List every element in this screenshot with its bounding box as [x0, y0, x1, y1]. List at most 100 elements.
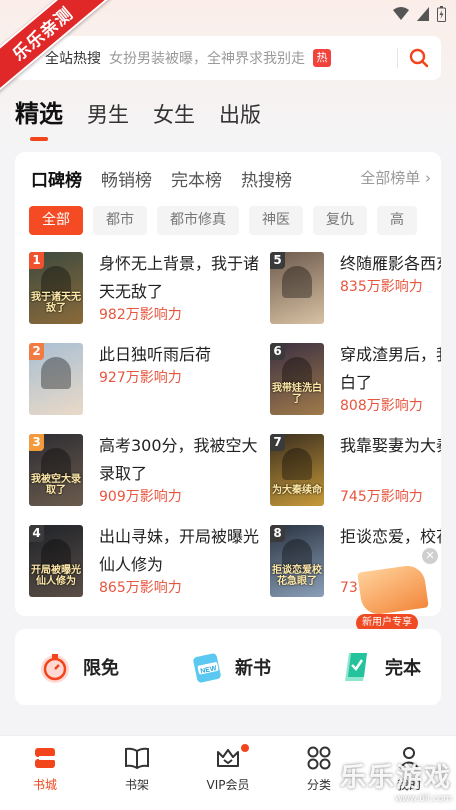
cover-title: 开局被曝光仙人修为 — [31, 565, 81, 587]
chip-doctor[interactable]: 神医 — [249, 206, 303, 235]
nav-vip[interactable]: VIP会员 — [193, 744, 263, 793]
rank-badge: 6 — [270, 343, 285, 360]
tab-male[interactable]: 男生 — [87, 99, 129, 129]
tab-featured[interactable]: 精选 — [15, 94, 63, 141]
quick-completed[interactable]: 完本 — [337, 647, 421, 687]
bookshelf-icon — [125, 747, 149, 770]
quick-new-books-label: 新书 — [235, 658, 271, 679]
rank-badge: 8 — [270, 525, 285, 542]
book-influence: 745万影响力 — [340, 489, 423, 505]
book-influence: 982万影响力 — [99, 307, 182, 323]
chip-revenge[interactable]: 复仇 — [313, 206, 367, 235]
cover-figure — [41, 357, 71, 389]
book-cover[interactable]: 我带娃洗白了 6 — [270, 343, 324, 415]
cover-title: 我被空大录取了 — [31, 474, 81, 496]
rank-tab-completed[interactable]: 完本榜 — [171, 166, 222, 191]
rank-tab-reputation[interactable]: 口碑榜 — [31, 166, 82, 191]
all-rankings-link[interactable]: 全部榜单 › — [360, 167, 431, 188]
battery-icon — [437, 6, 446, 22]
ranking-card: 口碑榜 畅销榜 完本榜 热搜榜 全部榜单 › 全部 都市 都市修真 神医 复仇 … — [15, 152, 441, 616]
rank-tab-hot-search[interactable]: 热搜榜 — [241, 166, 292, 191]
completed-book-icon — [345, 653, 367, 681]
book-item[interactable]: 我被空大录取了 3 高考300分，我被空大录取了 909万影响力 — [29, 434, 269, 510]
book-item[interactable]: 为大秦续命 7 我靠娶妻为大秦续命 745万影响力 — [270, 434, 441, 510]
nav-bookstore[interactable]: 书城 — [10, 744, 80, 793]
quick-free[interactable]: 限免 — [35, 647, 119, 687]
cover-title: 拒谈恋爱校花急眼了 — [272, 565, 322, 587]
cover-title: 我于诸天无敌了 — [31, 292, 81, 314]
cover-title: 为大秦续命 — [272, 485, 322, 496]
search-divider — [397, 48, 398, 68]
book-influence: 927万影响力 — [99, 370, 182, 386]
cover-title: 我带娃洗白了 — [272, 383, 322, 405]
book-item[interactable]: 2 此日独听雨后荷 927万影响力 — [29, 343, 269, 419]
chip-urban[interactable]: 都市 — [93, 206, 147, 235]
book-influence: 835万影响力 — [340, 279, 423, 295]
book-title[interactable]: 拒谈恋爱，校花急眼了 — [340, 523, 441, 551]
notification-dot — [241, 744, 249, 752]
crown-icon — [217, 749, 239, 767]
nav-bookshelf-label: 书架 — [124, 778, 149, 792]
search-placeholder[interactable]: 女扮男装被曝，全神界求我别走 — [109, 48, 305, 68]
book-influence: 865万影响力 — [99, 580, 182, 596]
chip-urban-cultivation[interactable]: 都市修真 — [157, 206, 239, 235]
grid-icon — [307, 746, 331, 770]
book-title[interactable]: 出山寻妹，开局被曝光仙人修为 — [99, 523, 264, 579]
book-title[interactable]: 高考300分，我被空大录取了 — [99, 432, 264, 488]
book-item[interactable]: 开局被曝光仙人修为 4 出山寻妹，开局被曝光仙人修为 865万影响力 — [29, 525, 269, 601]
rank-badge: 3 — [29, 434, 44, 451]
bottom-nav: 书城 书架 VIP会员 分类 我的 乐乐游戏 www.6ll.com — [0, 735, 456, 810]
signal-icon — [417, 7, 429, 21]
quick-completed-label: 完本 — [385, 658, 421, 679]
tab-female[interactable]: 女生 — [153, 99, 195, 129]
book-cover[interactable]: 我被空大录取了 3 — [29, 434, 83, 506]
chip-more[interactable]: 高 — [377, 206, 417, 235]
new-user-promo[interactable]: ✕ 新用户专享 — [352, 548, 442, 632]
search-icon[interactable] — [407, 46, 431, 70]
book-item[interactable]: 我于诸天无敌了 1 身怀无上背景，我于诸天无敌了 982万影响力 — [29, 252, 269, 328]
book-title[interactable]: 此日独听雨后荷 — [99, 341, 264, 369]
book-influence: 808万影响力 — [340, 398, 423, 414]
cover-figure — [282, 448, 312, 480]
quick-entries: 限免 NEW 新书 完本 — [15, 629, 441, 705]
book-cover[interactable]: 拒谈恋爱校花急眼了 8 — [270, 525, 324, 597]
rank-badge: 4 — [29, 525, 44, 542]
search-bar[interactable]: 全站热搜 女扮男装被曝，全神界求我别走 热 — [15, 36, 441, 80]
book-item[interactable]: 5 终随雁影各西东 835万影响力 — [270, 252, 441, 328]
book-item[interactable]: 我带娃洗白了 6 穿成渣男后，我带娃洗白了808万影响力 — [270, 343, 441, 419]
stopwatch-icon — [41, 654, 69, 683]
book-title[interactable]: 身怀无上背景，我于诸天无敌了 — [99, 250, 264, 306]
rank-badge: 2 — [29, 343, 44, 360]
cover-figure — [282, 266, 312, 298]
book-title[interactable]: 穿成渣男后，我带娃洗白了 — [340, 341, 441, 397]
quick-new-books[interactable]: NEW 新书 — [187, 647, 271, 687]
main-tabs: 精选 男生 女生 出版 — [15, 94, 285, 141]
rank-badge: 1 — [29, 252, 44, 269]
close-icon[interactable]: ✕ — [422, 548, 438, 564]
book-cover[interactable]: 开局被曝光仙人修为 4 — [29, 525, 83, 597]
book-cover[interactable]: 我于诸天无敌了 1 — [29, 252, 83, 324]
quick-free-label: 限免 — [83, 658, 119, 679]
active-tab-indicator — [30, 137, 48, 141]
rank-tab-bestseller[interactable]: 畅销榜 — [101, 166, 152, 191]
wifi-icon — [393, 7, 409, 20]
book-influence: 909万影响力 — [99, 489, 182, 505]
open-book-icon — [357, 563, 429, 617]
search-hot-label: 全站热搜 — [45, 51, 101, 67]
rank-tabs: 口碑榜 畅销榜 完本榜 热搜榜 全部榜单 › — [31, 166, 431, 191]
book-title[interactable]: 我靠娶妻为大秦续命 — [340, 432, 441, 460]
site-watermark: 乐乐游戏 www.6ll.com — [339, 763, 452, 804]
nav-bookshelf[interactable]: 书架 — [102, 744, 172, 793]
book-cover[interactable]: 5 — [270, 252, 324, 324]
hot-badge: 热 — [313, 49, 331, 67]
rank-badge: 7 — [270, 434, 285, 451]
book-cover[interactable]: 2 — [29, 343, 83, 415]
bookstore-icon — [35, 748, 55, 768]
chip-all[interactable]: 全部 — [29, 206, 83, 235]
tab-publishing[interactable]: 出版 — [219, 99, 261, 129]
book-cover[interactable]: 为大秦续命 7 — [270, 434, 324, 506]
new-book-icon: NEW — [193, 653, 221, 683]
rank-badge: 5 — [270, 252, 285, 269]
nav-bookstore-label: 书城 — [32, 778, 57, 792]
book-title[interactable]: 终随雁影各西东 — [340, 250, 441, 278]
